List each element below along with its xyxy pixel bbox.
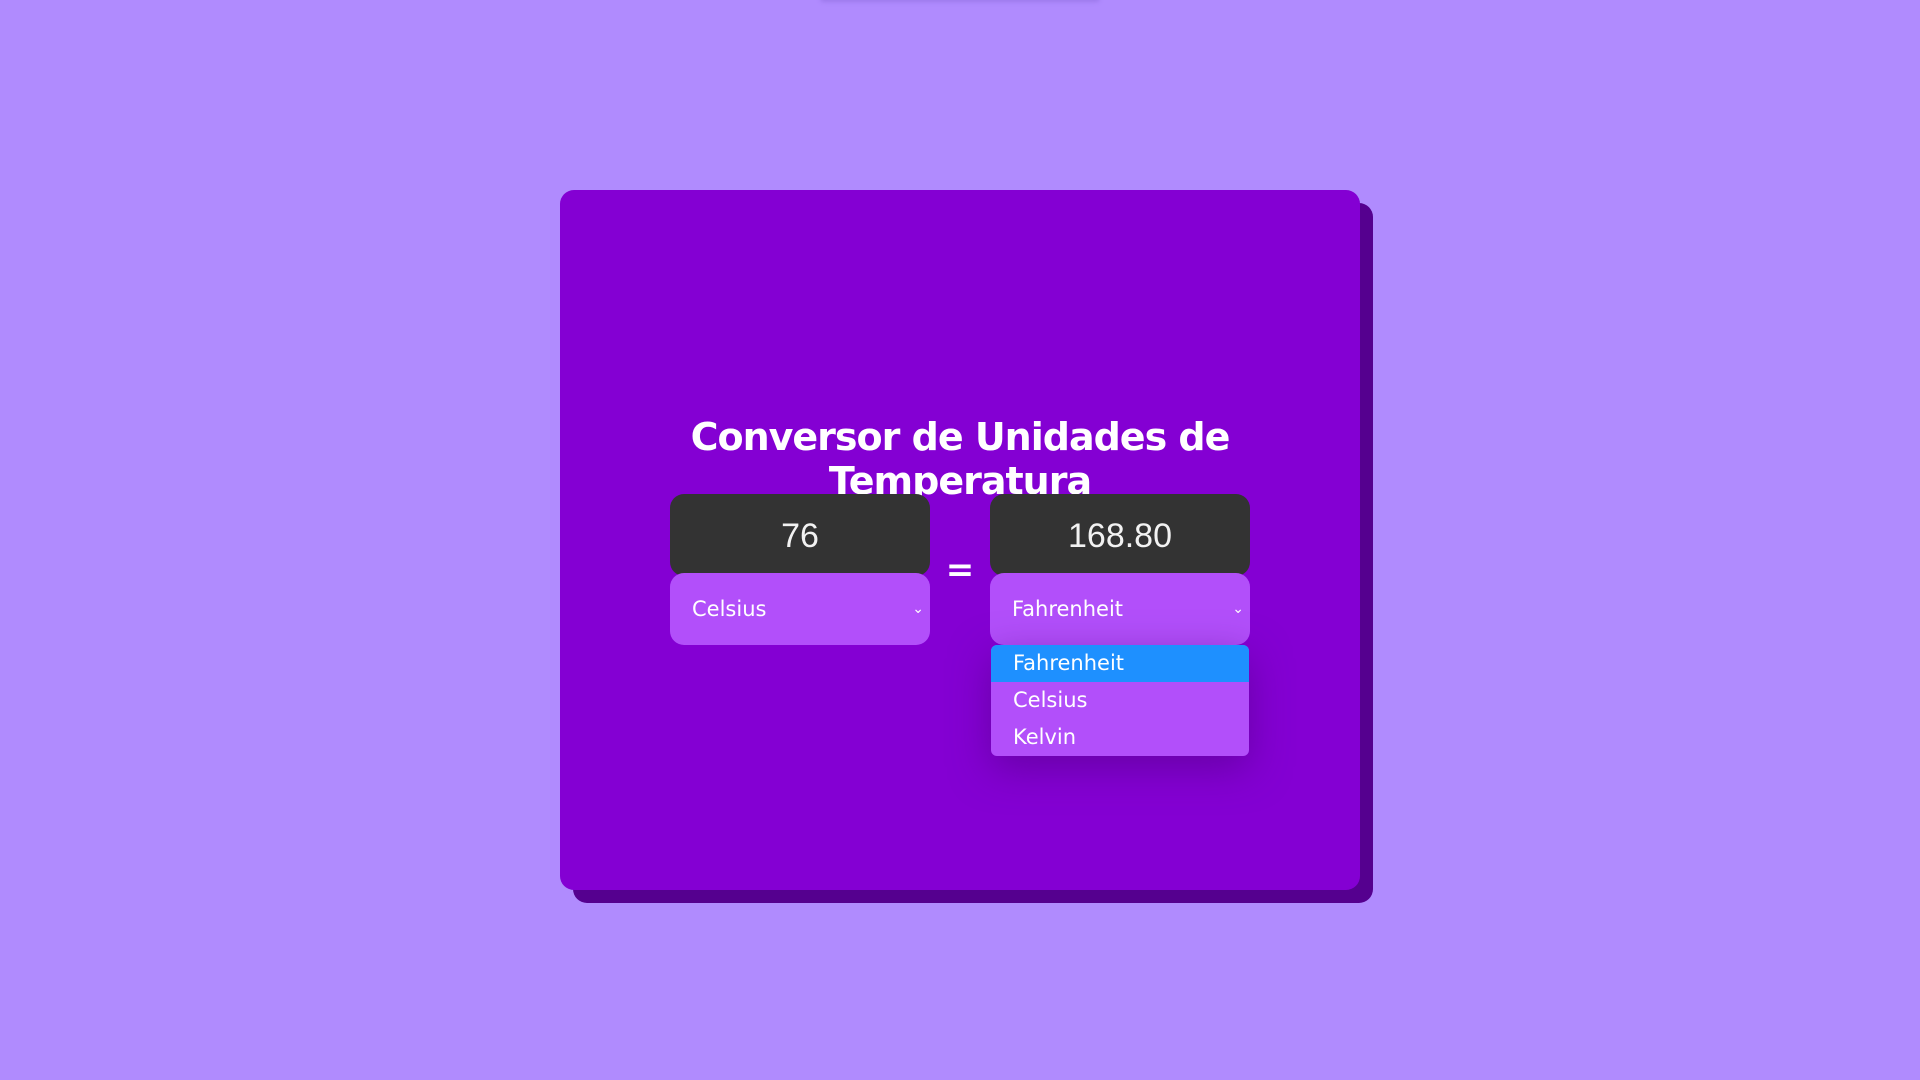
chevron-down-icon: ⌄	[1232, 601, 1244, 617]
to-unit-label: Fahrenheit	[1012, 597, 1124, 621]
dropdown-option-celsius[interactable]: Celsius	[991, 682, 1249, 719]
to-unit-select[interactable]: Fahrenheit ⌄	[990, 573, 1250, 645]
equals-sign: =	[945, 550, 975, 590]
background-decoration	[820, 0, 1100, 2]
dropdown-option-fahrenheit[interactable]: Fahrenheit	[991, 645, 1249, 682]
output-value-field[interactable]: 168.80	[990, 494, 1250, 576]
input-value-field[interactable]: 76	[670, 494, 930, 576]
from-unit-label: Celsius	[692, 597, 767, 621]
page-title: Conversor de Unidades de Temperatura	[690, 415, 1231, 503]
converter-card: Conversor de Unidades de Temperatura 76 …	[560, 190, 1360, 890]
to-unit-dropdown-list: Fahrenheit Celsius Kelvin	[991, 645, 1249, 756]
dropdown-option-kelvin[interactable]: Kelvin	[991, 719, 1249, 756]
from-unit-select[interactable]: Celsius ⌄	[670, 573, 930, 645]
chevron-down-icon: ⌄	[912, 601, 924, 617]
